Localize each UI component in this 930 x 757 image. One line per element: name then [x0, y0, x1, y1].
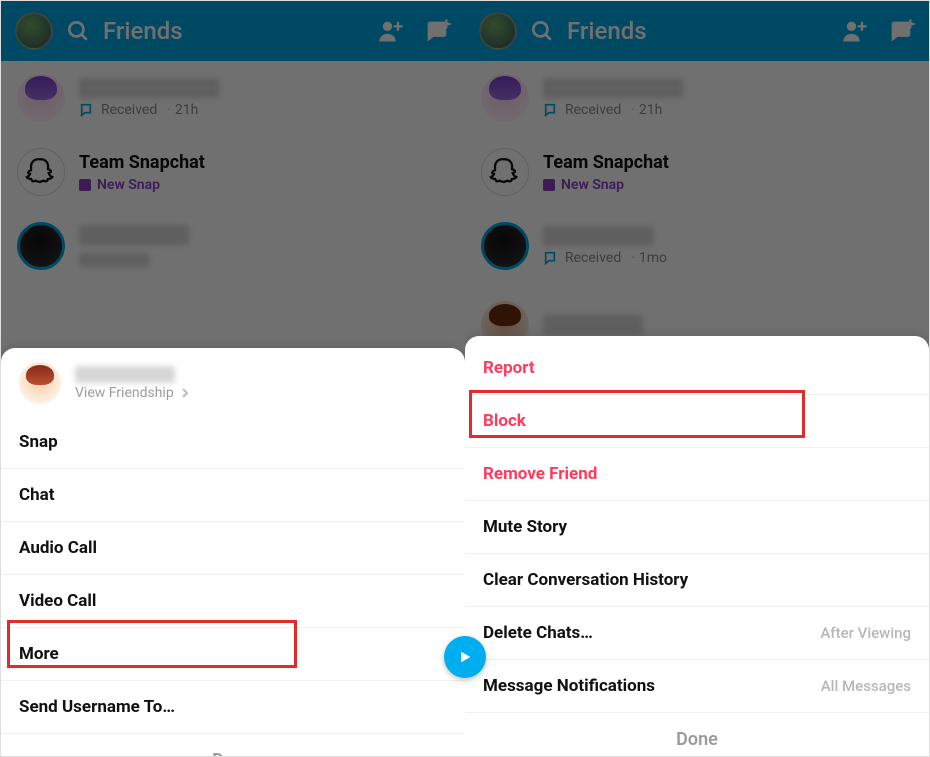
status-text: Received — [101, 102, 157, 118]
sheet-item-label: Message Notifications — [483, 676, 655, 696]
sheet-item-send-username[interactable]: Send Username To… — [1, 680, 465, 733]
status-time: 21h — [627, 102, 662, 118]
friend-avatar — [481, 222, 529, 270]
sheet-item-label: Report — [483, 358, 535, 378]
sheet-item-mute-story[interactable]: Mute Story — [465, 500, 929, 553]
friend-row[interactable]: Team Snapchat New Snap — [465, 135, 929, 209]
sheet-item-delete-chats[interactable]: Delete Chats… After Viewing — [465, 606, 929, 659]
snapchat-ghost-icon — [17, 148, 65, 196]
snapchat-ghost-icon — [481, 148, 529, 196]
action-sheet: View Friendship Snap Chat Audio Call Vid… — [1, 348, 465, 756]
friend-avatar — [481, 74, 529, 122]
sheet-item-label: Video Call — [19, 591, 96, 611]
received-icon — [543, 102, 559, 118]
sheet-item-message-notifications[interactable]: Message Notifications All Messages — [465, 659, 929, 712]
more-action-sheet: Report Block Remove Friend Mute Story Cl… — [465, 336, 929, 756]
sheet-item-label: Block — [483, 411, 526, 431]
view-friendship-label: View Friendship — [75, 385, 174, 401]
sheet-item-label: Clear Conversation History — [483, 570, 688, 590]
sheet-item-report[interactable]: Report — [465, 342, 929, 394]
friend-name-redacted — [543, 78, 683, 98]
header-title: Friends — [567, 17, 829, 45]
sheet-header[interactable]: View Friendship — [1, 348, 465, 416]
friend-row[interactable]: Received 1mo — [465, 209, 929, 283]
status-time: 21h — [163, 102, 198, 118]
sheet-item-label: Send Username To… — [19, 697, 175, 717]
sheet-item-label: Audio Call — [19, 538, 97, 558]
screen-left: Friends Received — [1, 1, 465, 756]
sheet-list: Report Block Remove Friend Mute Story Cl… — [465, 336, 929, 712]
friend-name-redacted — [543, 315, 643, 335]
add-friend-icon[interactable] — [377, 17, 405, 45]
profile-avatar[interactable] — [15, 12, 53, 50]
done-button[interactable]: Done — [1, 733, 465, 756]
sheet-item-chat[interactable]: Chat — [1, 468, 465, 521]
status-text: New Snap — [561, 177, 624, 193]
sheet-item-more[interactable]: More — [1, 627, 465, 680]
status-text: New Snap — [97, 177, 160, 193]
sheet-item-block[interactable]: Block — [465, 394, 929, 447]
new-chat-icon[interactable] — [887, 17, 915, 45]
friend-name: Team Snapchat — [79, 152, 205, 173]
view-friendship-link[interactable]: View Friendship — [75, 385, 190, 401]
friend-name: Team Snapchat — [543, 152, 669, 173]
sheet-list: Snap Chat Audio Call Video Call More Sen… — [1, 416, 465, 733]
sheet-item-video-call[interactable]: Video Call — [1, 574, 465, 627]
sheet-item-label: Snap — [19, 432, 58, 452]
friend-avatar — [17, 74, 65, 122]
new-chat-icon[interactable] — [423, 17, 451, 45]
friend-name-redacted — [79, 225, 189, 245]
sheet-item-snap[interactable]: Snap — [1, 416, 465, 468]
sheet-item-clear-history[interactable]: Clear Conversation History — [465, 553, 929, 606]
profile-avatar[interactable] — [479, 12, 517, 50]
sheet-item-label: Delete Chats… — [483, 623, 593, 643]
new-snap-icon — [79, 179, 91, 191]
received-icon — [79, 102, 95, 118]
header-bar: Friends — [465, 1, 929, 61]
friend-row[interactable]: Received 21h — [465, 61, 929, 135]
screen-right: Friends Received — [465, 1, 929, 756]
friends-list: Received 21h Team Snapchat New Snap — [465, 61, 929, 357]
sheet-item-remove-friend[interactable]: Remove Friend — [465, 447, 929, 500]
friend-name-redacted — [75, 366, 175, 383]
add-friend-icon[interactable] — [841, 17, 869, 45]
status-time: 1mo — [627, 250, 667, 266]
header-title: Friends — [103, 17, 365, 45]
status-text: Received — [565, 250, 621, 266]
sheet-item-label: More — [19, 644, 59, 664]
friend-row[interactable] — [1, 209, 465, 283]
friend-status-redacted — [79, 253, 149, 267]
sheet-item-label: Remove Friend — [483, 464, 597, 484]
friends-list: Received 21h Team Snapchat New Snap — [1, 61, 465, 283]
friend-bitmoji — [19, 362, 61, 404]
friend-row[interactable]: Received 21h — [1, 61, 465, 135]
sheet-item-label: Mute Story — [483, 517, 567, 537]
next-step-button[interactable] — [444, 636, 486, 678]
search-icon[interactable] — [65, 18, 91, 44]
received-icon — [543, 250, 559, 266]
status-text: Received — [565, 102, 621, 118]
chevron-right-icon — [180, 388, 190, 398]
sheet-item-audio-call[interactable]: Audio Call — [1, 521, 465, 574]
sheet-item-label: Chat — [19, 485, 55, 505]
sheet-item-trail: All Messages — [821, 677, 911, 695]
new-snap-icon — [543, 179, 555, 191]
friend-name-redacted — [543, 226, 653, 246]
friend-avatar — [17, 222, 65, 270]
done-button[interactable]: Done — [465, 712, 929, 756]
friend-row[interactable]: Team Snapchat New Snap — [1, 135, 465, 209]
sheet-item-trail: After Viewing — [820, 624, 911, 642]
friend-name-redacted — [79, 78, 219, 98]
header-bar: Friends — [1, 1, 465, 61]
search-icon[interactable] — [529, 18, 555, 44]
